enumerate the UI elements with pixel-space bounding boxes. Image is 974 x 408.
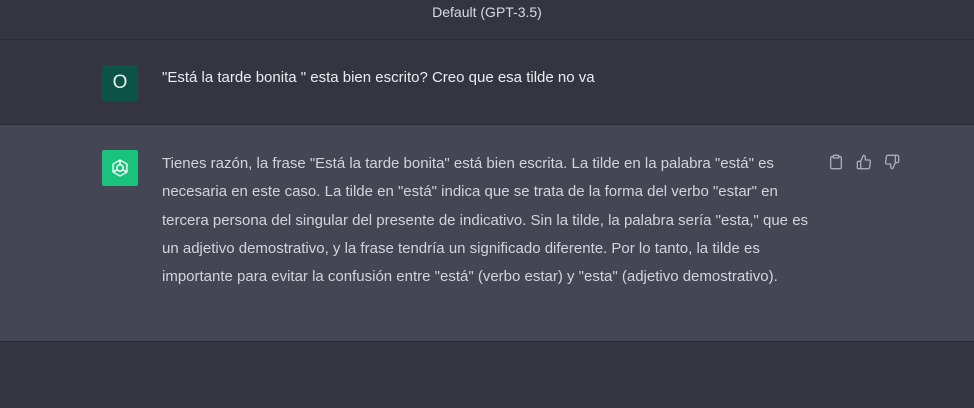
copy-button[interactable] [826, 152, 846, 172]
clipboard-icon [830, 154, 842, 170]
thumbs-up-button[interactable] [854, 152, 874, 172]
message-actions [826, 152, 902, 172]
user-message-text: "Está la tarde bonita " esta bien escrit… [162, 69, 595, 86]
bottom-area [0, 342, 974, 408]
assistant-avatar [102, 150, 138, 186]
openai-logo-icon [112, 159, 128, 177]
thumbs-down-icon [884, 154, 900, 170]
assistant-message-text: Tienes razón, la frase "Está la tarde bo… [162, 155, 809, 286]
user-avatar: O [102, 65, 138, 101]
model-label: Default (GPT-3.5) [432, 4, 542, 20]
user-message-row: O "Está la tarde bonita " esta bien escr… [0, 40, 974, 125]
model-header: Default (GPT-3.5) [0, 0, 974, 40]
thumbs-down-button[interactable] [882, 152, 902, 172]
thumbs-up-icon [856, 154, 872, 170]
assistant-message-row: Tienes razón, la frase "Está la tarde bo… [0, 125, 974, 342]
